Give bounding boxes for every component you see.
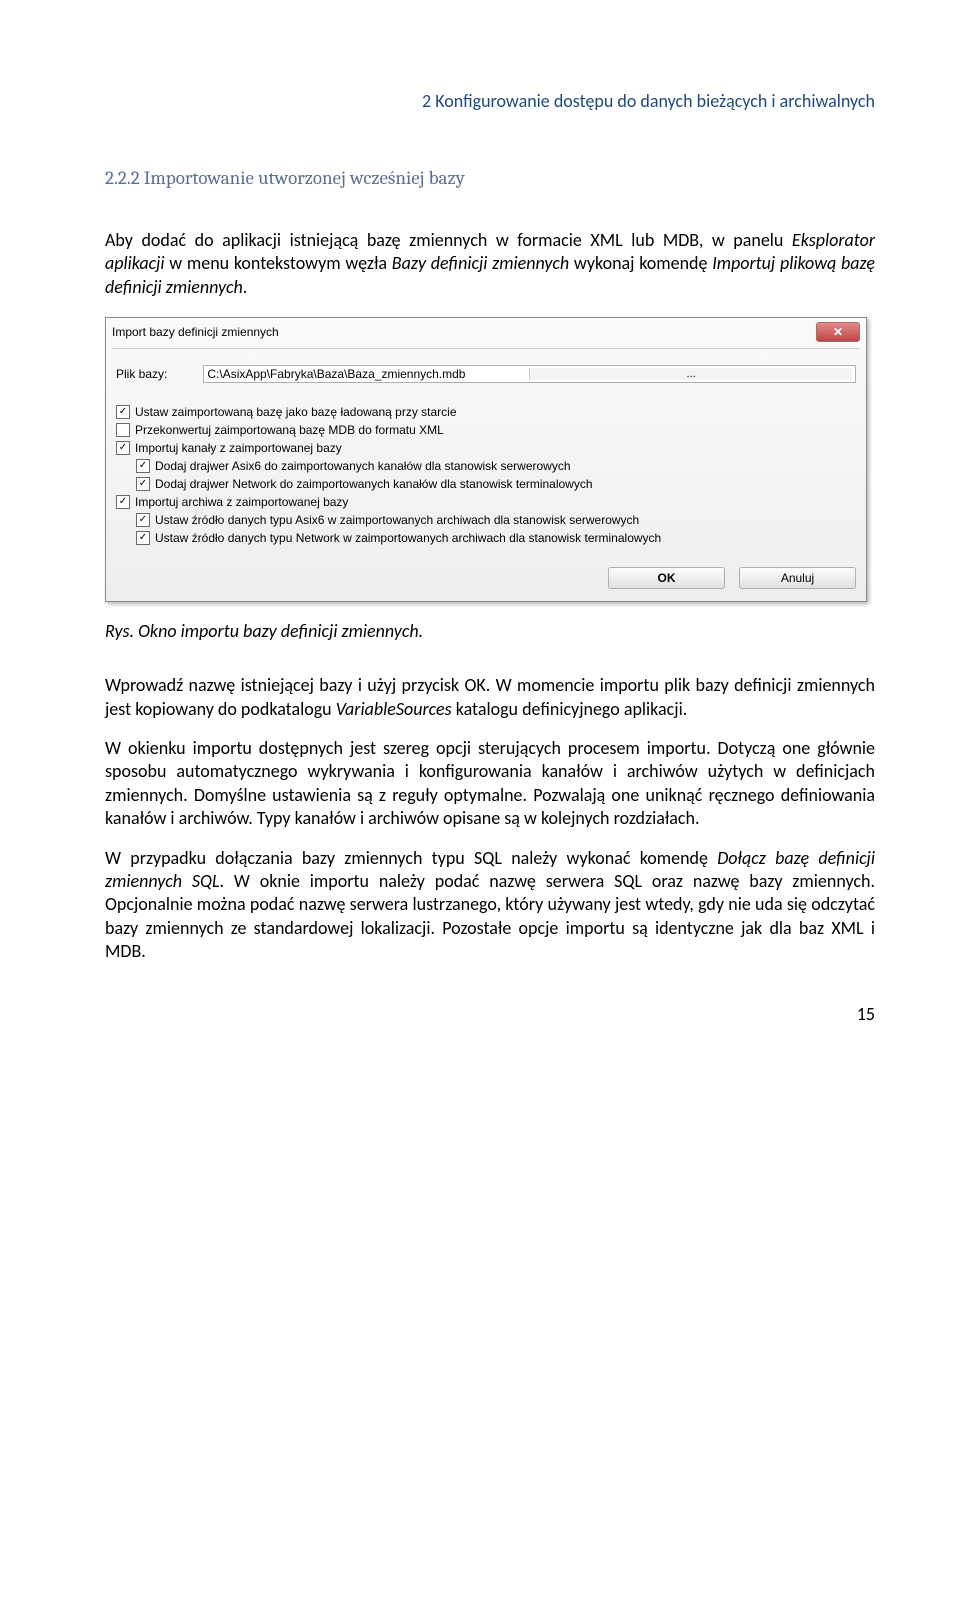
paragraph-1: Wprowadź nazwę istniejącej bazy i użyj p…: [105, 674, 875, 721]
import-dialog: Import bazy definicji zmiennych ✕ Plik b…: [105, 317, 867, 602]
checkbox[interactable]: [116, 423, 130, 437]
option-label: Ustaw źródło danych typu Asix6 w zaimpor…: [155, 513, 639, 527]
option-label: Importuj archiwa z zaimportowanej bazy: [135, 495, 348, 509]
ok-button[interactable]: OK: [608, 567, 725, 589]
checkbox[interactable]: ✓: [116, 405, 130, 419]
dialog-title: Import bazy definicji zmiennych: [112, 325, 279, 339]
option-row: ✓ Ustaw zaimportowaną bazę jako bazę łado…: [116, 405, 856, 419]
checkbox[interactable]: ✓: [136, 477, 150, 491]
option-label: Dodaj drajwer Asix6 do zaimportowanych k…: [155, 459, 571, 473]
close-icon[interactable]: ✕: [816, 322, 860, 342]
option-label: Ustaw źródło danych typu Network w zaimp…: [155, 531, 661, 545]
divider: [112, 348, 860, 349]
section-title: 2.2.2 Importowanie utworzonej wcześniej …: [105, 167, 875, 189]
file-label: Plik bazy:: [116, 367, 167, 381]
option-row: ✓ Importuj archiwa z zaimportowanej bazy: [116, 495, 856, 509]
option-label: Ustaw zaimportowaną bazę jako bazę ładow…: [135, 405, 457, 419]
figure-caption: Rys. Okno importu bazy definicji zmienny…: [105, 620, 875, 642]
option-label: Przekonwertuj zaimportowaną bazę MDB do …: [135, 423, 444, 437]
file-path-input[interactable]: C:\AsixApp\Fabryka\Baza\Baza_zmiennych.m…: [203, 365, 856, 383]
option-label: Dodaj drajwer Network do zaimportowanych…: [155, 477, 593, 491]
checkbox[interactable]: ✓: [136, 531, 150, 545]
cancel-button[interactable]: Anuluj: [739, 567, 856, 589]
checkbox[interactable]: ✓: [116, 495, 130, 509]
option-row: ✓ Dodaj drajwer Asix6 do zaimportowanych …: [116, 459, 856, 473]
option-label: Importuj kanały z zaimportowanej bazy: [135, 441, 342, 455]
checkbox[interactable]: ✓: [136, 459, 150, 473]
browse-button[interactable]: ...: [529, 368, 852, 380]
page-number: 15: [105, 1003, 875, 1025]
checkbox[interactable]: ✓: [116, 441, 130, 455]
paragraph-3: W przypadku dołączania bazy zmiennych ty…: [105, 847, 875, 964]
option-row: Przekonwertuj zaimportowaną bazę MDB do …: [116, 423, 856, 437]
intro-paragraph: Aby dodać do aplikacji istniejącą bazę z…: [105, 229, 875, 299]
option-row: ✓ Ustaw źródło danych typu Asix6 w zaimpo…: [116, 513, 856, 527]
option-row: ✓ Importuj kanały z zaimportowanej bazy: [116, 441, 856, 455]
option-row: ✓ Ustaw źródło danych typu Network w zaim…: [116, 531, 856, 545]
paragraph-2: W okienku importu dostępnych jest szereg…: [105, 737, 875, 831]
file-path-value: C:\AsixApp\Fabryka\Baza\Baza_zmiennych.m…: [207, 367, 529, 381]
checkbox[interactable]: ✓: [136, 513, 150, 527]
chapter-header: 2 Konfigurowanie dostępu do danych bieżą…: [105, 90, 875, 112]
option-row: ✓ Dodaj drajwer Network do zaimportowanyc…: [116, 477, 856, 491]
